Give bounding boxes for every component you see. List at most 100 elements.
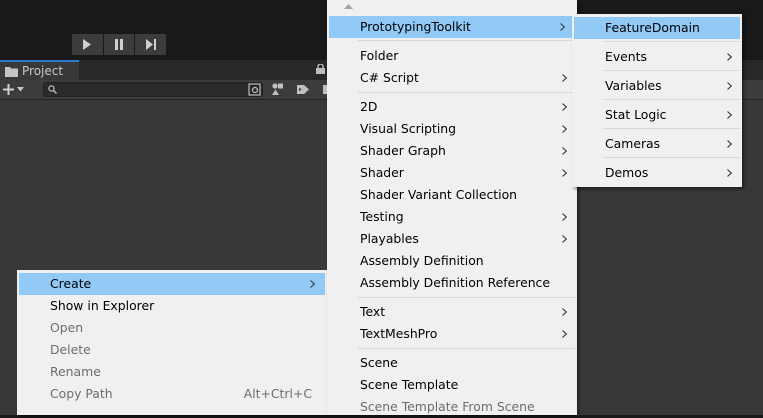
menu-item-2d[interactable]: 2D (327, 96, 577, 118)
chevron-right-icon (727, 133, 732, 155)
search-by-type-icon[interactable] (247, 82, 263, 97)
menu-item-create[interactable]: Create (19, 273, 325, 295)
menu-item-prototyping-toolkit[interactable]: PrototypingToolkit (329, 16, 575, 38)
chevron-right-icon (560, 16, 565, 38)
menu-item-shader[interactable]: Shader (327, 162, 577, 184)
project-search-input[interactable] (60, 83, 240, 96)
folder-icon (5, 66, 18, 77)
menu-item-shortcut: Alt+Ctrl+C (243, 386, 312, 401)
menu-item-label: Shader Graph (360, 143, 446, 158)
menu-separator (358, 297, 575, 298)
menu-item-label: Visual Scripting (360, 121, 457, 136)
pause-button[interactable] (103, 34, 135, 55)
play-icon (83, 39, 92, 50)
chevron-right-icon (562, 67, 567, 89)
playback-controls (72, 34, 167, 55)
menu-item-label: Scene (360, 355, 398, 370)
chevron-right-icon (562, 96, 567, 118)
add-asset-button[interactable] (3, 81, 33, 98)
menu-separator (358, 40, 575, 41)
menu-item-label: Copy Path (50, 386, 113, 401)
menu-item-label: PrototypingToolkit (360, 19, 471, 34)
create-submenu: PrototypingToolkit Folder C# Script 2D V… (327, 0, 577, 415)
chevron-right-icon (562, 323, 567, 345)
project-tab[interactable]: Project (0, 60, 79, 80)
menu-separator (358, 92, 575, 93)
menu-item-cameras[interactable]: Cameras (572, 133, 742, 155)
chevron-right-icon (727, 104, 732, 126)
chevron-right-icon (562, 118, 567, 140)
chevron-right-icon (562, 301, 567, 323)
menu-item-label: Folder (360, 48, 399, 63)
menu-item-csharp-script[interactable]: C# Script (327, 67, 577, 89)
menu-item-rename[interactable]: Rename (17, 361, 327, 383)
project-tab-label: Project (22, 64, 64, 78)
menu-separator (603, 128, 740, 129)
label-filter-icon[interactable] (295, 82, 311, 97)
menu-item-variables[interactable]: Variables (572, 75, 742, 97)
menu-item-label: Delete (50, 342, 91, 357)
menu-item-label: Shader Variant Collection (360, 187, 518, 202)
project-context-menu: Create Show in Explorer Open Delete Rena… (17, 270, 327, 415)
play-button[interactable] (72, 34, 103, 55)
search-icon (48, 85, 57, 94)
menu-item-visual-scripting[interactable]: Visual Scripting (327, 118, 577, 140)
chevron-right-icon (562, 140, 567, 162)
menu-item-label: Assembly Definition Reference (360, 275, 550, 290)
menu-item-stat-logic[interactable]: Stat Logic (572, 104, 742, 126)
chevron-right-icon (727, 46, 732, 68)
menu-item-label: Assembly Definition (360, 253, 484, 268)
menu-separator (603, 70, 740, 71)
menu-item-scene-template[interactable]: Scene Template (327, 374, 577, 396)
menu-item-events[interactable]: Events (572, 46, 742, 68)
menu-item-label: Scene Template From Scene (360, 399, 535, 414)
menu-item-label: Cameras (605, 136, 661, 151)
menu-item-label: 2D (360, 99, 378, 114)
menu-separator (603, 41, 740, 42)
pause-icon (115, 39, 123, 50)
plus-icon (3, 84, 14, 95)
menu-item-label: Text (360, 304, 386, 319)
menu-item-label: C# Script (360, 70, 419, 85)
scroll-up-icon[interactable] (344, 4, 353, 9)
chevron-right-icon (310, 273, 315, 295)
menu-item-playables[interactable]: Playables (327, 228, 577, 250)
step-icon (145, 39, 156, 50)
menu-item-label: Shader (360, 165, 404, 180)
chevron-right-icon (562, 162, 567, 184)
menu-item-assembly-definition-reference[interactable]: Assembly Definition Reference (327, 272, 577, 294)
menu-item-label: TextMeshPro (360, 326, 438, 341)
menu-item-demos[interactable]: Demos (572, 162, 742, 184)
menu-item-textmeshpro[interactable]: TextMeshPro (327, 323, 577, 345)
chevron-right-icon (562, 206, 567, 228)
lock-icon[interactable] (316, 64, 325, 74)
menu-item-label: Events (605, 49, 647, 64)
menu-item-shader-graph[interactable]: Shader Graph (327, 140, 577, 162)
menu-item-label: Show in Explorer (50, 298, 155, 313)
menu-item-label: Demos (605, 165, 649, 180)
menu-item-assembly-definition[interactable]: Assembly Definition (327, 250, 577, 272)
menu-item-copy-path[interactable]: Copy Path Alt+Ctrl+C (17, 383, 327, 405)
filter-by-type-icon[interactable] (270, 82, 286, 97)
menu-item-label: Stat Logic (605, 107, 667, 122)
chevron-right-icon (727, 162, 732, 184)
menu-item-delete[interactable]: Delete (17, 339, 327, 361)
menu-item-label: Testing (360, 209, 404, 224)
menu-item-show-in-explorer[interactable]: Show in Explorer (17, 295, 327, 317)
menu-item-shader-variant-collection[interactable]: Shader Variant Collection (327, 184, 577, 206)
menu-item-open[interactable]: Open (17, 317, 327, 339)
menu-item-label: Scene Template (360, 377, 459, 392)
menu-item-label: FeatureDomain (605, 20, 700, 35)
chevron-down-icon (17, 87, 24, 92)
menu-item-testing[interactable]: Testing (327, 206, 577, 228)
menu-item-label: Playables (360, 231, 419, 246)
menu-item-scene[interactable]: Scene (327, 352, 577, 374)
menu-item-label: Open (50, 320, 84, 335)
menu-item-folder[interactable]: Folder (327, 45, 577, 67)
step-button[interactable] (135, 34, 167, 55)
prototyping-toolkit-submenu: FeatureDomain Events Variables Stat Logi… (572, 14, 742, 187)
project-search-box[interactable] (43, 82, 263, 97)
menu-item-label: Create (50, 276, 92, 291)
menu-item-text[interactable]: Text (327, 301, 577, 323)
menu-item-feature-domain[interactable]: FeatureDomain (574, 17, 740, 39)
